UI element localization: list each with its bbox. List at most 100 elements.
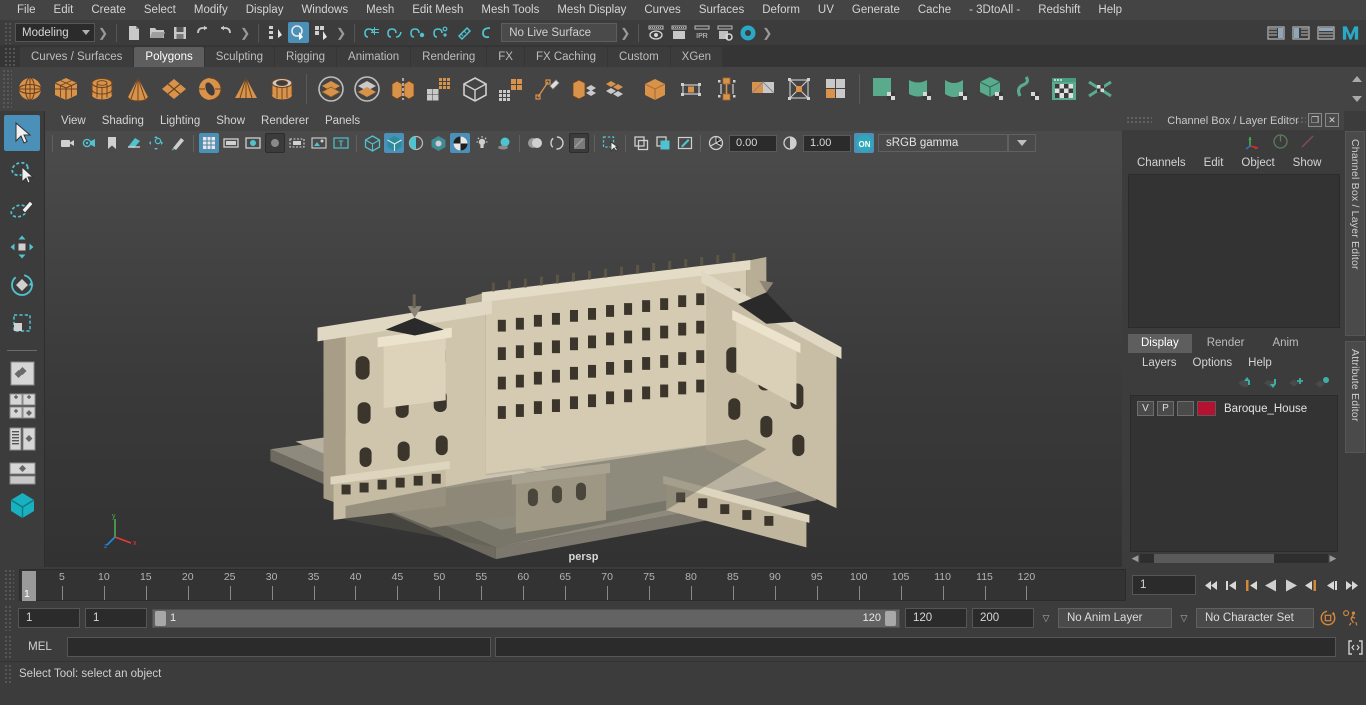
redo-icon[interactable]: [215, 22, 236, 43]
show-hide-channel-box-icon[interactable]: [1315, 22, 1336, 43]
paint-select-tool-icon[interactable]: [4, 191, 40, 227]
collapse-arrow-icon-4[interactable]: ❯: [617, 26, 633, 40]
layer-color-swatch[interactable]: [1197, 401, 1216, 416]
uv-automatic-icon[interactable]: [975, 72, 1009, 106]
poly-plane-icon[interactable]: [157, 72, 191, 106]
render-current-frame-icon[interactable]: [668, 22, 689, 43]
range-end-field[interactable]: 120: [905, 608, 967, 628]
hypershade-layout-icon[interactable]: [4, 490, 40, 520]
append-polygon-icon[interactable]: [710, 72, 744, 106]
shelf-tab-rigging[interactable]: Rigging: [275, 47, 337, 67]
gate-mask-icon[interactable]: [265, 133, 285, 153]
shelf-tab-curves-surfaces[interactable]: Curves / Surfaces: [20, 47, 134, 67]
combine-icon[interactable]: [386, 72, 420, 106]
select-by-component-icon[interactable]: [311, 22, 332, 43]
smooth-icon[interactable]: [422, 72, 456, 106]
xray-joints-icon[interactable]: [653, 133, 673, 153]
color-management-toggle-icon[interactable]: ON: [854, 133, 874, 153]
viewport-menu-lighting[interactable]: Lighting: [152, 111, 208, 131]
quadrangulate-icon[interactable]: [818, 72, 852, 106]
select-by-object-icon[interactable]: [288, 22, 310, 43]
range-slider-grip[interactable]: [4, 605, 13, 631]
play-forwards-button[interactable]: [1282, 575, 1300, 595]
shelf-grip[interactable]: [2, 69, 12, 109]
animation-preferences-icon[interactable]: [1342, 608, 1360, 628]
anim-layer-field[interactable]: No Anim Layer: [1058, 608, 1172, 628]
shelf-tab-polygons[interactable]: Polygons: [134, 47, 204, 67]
menu-create[interactable]: Create: [82, 0, 135, 20]
tab-render[interactable]: Render: [1193, 333, 1258, 353]
range-bar[interactable]: 1 120: [152, 608, 900, 628]
move-layer-down-icon[interactable]: [1262, 376, 1278, 389]
shelf-scroll-up-icon[interactable]: [1352, 76, 1362, 82]
menu-edit-mesh[interactable]: Edit Mesh: [403, 0, 472, 20]
viewport-menu-panels[interactable]: Panels: [317, 111, 368, 131]
ipr-render-icon[interactable]: IPR: [691, 22, 712, 43]
film-gate-icon[interactable]: [221, 133, 241, 153]
scroll-thumb[interactable]: [1154, 553, 1274, 563]
make-live-icon[interactable]: [476, 22, 497, 43]
gamma-field[interactable]: 1.00: [803, 134, 851, 152]
snap-to-projected-center-icon[interactable]: [430, 22, 451, 43]
command-output-field[interactable]: [495, 637, 1336, 657]
isolate-select-icon[interactable]: [600, 133, 620, 153]
single-perspective-layout-icon[interactable]: [4, 358, 40, 388]
shelf-tab-animation[interactable]: Animation: [337, 47, 411, 67]
grid-display-icon[interactable]: [199, 133, 219, 153]
tab-display[interactable]: Display: [1128, 333, 1192, 353]
exposure-field[interactable]: 0.00: [729, 134, 777, 152]
channel-box-menu-object[interactable]: Object: [1232, 152, 1283, 174]
panel-grip-left[interactable]: [1126, 116, 1152, 125]
poly-cylinder-icon[interactable]: [85, 72, 119, 106]
title-safe-icon[interactable]: T: [331, 133, 351, 153]
channel-box-menu-show[interactable]: Show: [1284, 152, 1331, 174]
poly-cube-icon[interactable]: [49, 72, 83, 106]
new-layer-icon[interactable]: [1288, 376, 1304, 389]
poly-cone-icon[interactable]: [121, 72, 155, 106]
shelf-tab-rendering[interactable]: Rendering: [411, 47, 487, 67]
render-view-icon[interactable]: [645, 22, 666, 43]
shelf-tab-xgen[interactable]: XGen: [670, 47, 723, 67]
viewport-menu-shading[interactable]: Shading: [94, 111, 152, 131]
reduce-icon[interactable]: [494, 72, 528, 106]
step-forward-frame-button[interactable]: [1302, 575, 1320, 595]
poly-torus-icon[interactable]: [193, 72, 227, 106]
bevel-icon[interactable]: [602, 72, 636, 106]
tab-anim[interactable]: Anim: [1259, 333, 1312, 353]
move-tool-icon[interactable]: [4, 229, 40, 265]
menu-help[interactable]: Help: [1089, 0, 1131, 20]
menu-deform[interactable]: Deform: [753, 0, 809, 20]
go-to-start-button[interactable]: [1202, 575, 1220, 595]
layer-playback-toggle[interactable]: P: [1157, 401, 1174, 416]
script-editor-icon[interactable]: [1344, 636, 1366, 658]
animation-end-field[interactable]: 200: [972, 608, 1034, 628]
textured-shading-icon[interactable]: [450, 133, 470, 153]
wireframe-shading-icon[interactable]: [362, 133, 382, 153]
smooth-shade-all-icon[interactable]: [384, 133, 404, 153]
channel-box-content[interactable]: [1128, 174, 1340, 328]
scroll-right-arrow-icon[interactable]: ▶: [1328, 553, 1338, 564]
layer-type-toggle[interactable]: [1177, 401, 1194, 416]
menu-display[interactable]: Display: [237, 0, 293, 20]
panel-grip-right[interactable]: [1284, 116, 1306, 125]
menu-generate[interactable]: Generate: [843, 0, 909, 20]
collapse-arrow-icon[interactable]: ❯: [95, 26, 111, 40]
snap-to-view-plane-icon[interactable]: [453, 22, 474, 43]
shelf-scroll-down-icon[interactable]: [1352, 96, 1362, 102]
command-line-grip[interactable]: [4, 635, 13, 659]
play-backwards-button[interactable]: [1262, 575, 1280, 595]
menu-mesh-tools[interactable]: Mesh Tools: [472, 0, 548, 20]
extrude-icon[interactable]: [566, 72, 600, 106]
maya-logo-icon[interactable]: [1340, 22, 1361, 43]
menu-surfaces[interactable]: Surfaces: [690, 0, 753, 20]
poly-sphere-icon[interactable]: [13, 72, 47, 106]
range-left-handle[interactable]: [155, 610, 166, 626]
new-layer-from-selected-icon[interactable]: [1314, 376, 1330, 389]
four-view-layout-icon[interactable]: [4, 391, 40, 421]
multisample-aa-icon[interactable]: [569, 133, 589, 153]
menu-3dtoall[interactable]: - 3DtoAll -: [960, 0, 1029, 20]
modeling-toolkit-toggle-icon[interactable]: [1299, 133, 1316, 150]
boolean-union-icon[interactable]: [314, 72, 348, 106]
scroll-left-arrow-icon[interactable]: ◀: [1130, 553, 1140, 564]
auto-keyframe-toggle-icon[interactable]: [1319, 608, 1337, 628]
